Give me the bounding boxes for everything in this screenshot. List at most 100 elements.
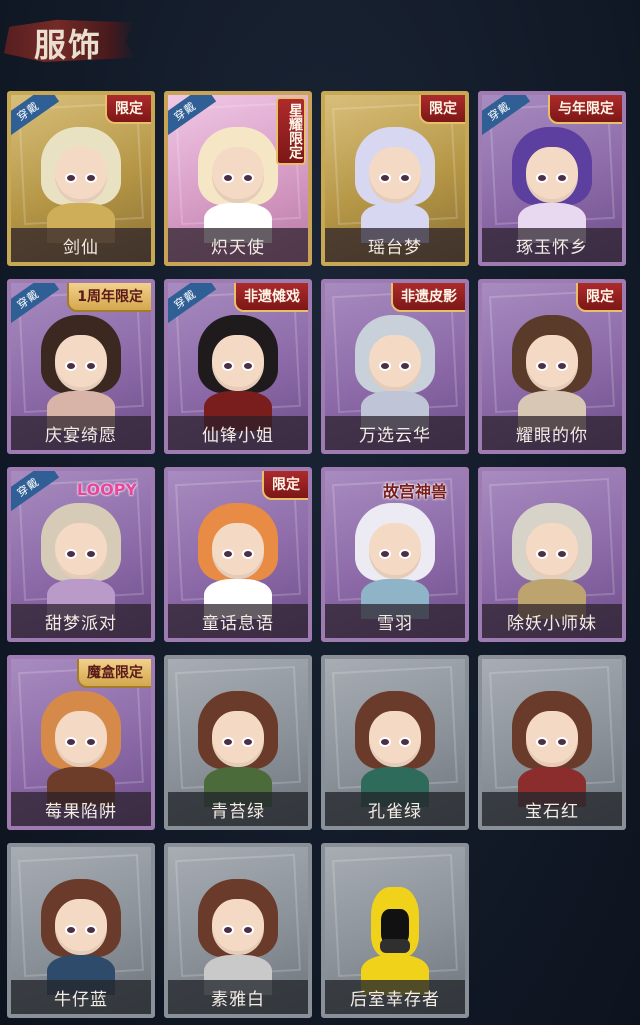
portrait-eye-right bbox=[399, 173, 411, 183]
costume-name: 瑶台梦 bbox=[368, 237, 422, 258]
portrait-eye-left bbox=[222, 361, 234, 371]
costume-card[interactable]: 穿戴 LOOPY 甜梦派对 bbox=[7, 467, 155, 642]
costume-name: 耀眼的你 bbox=[516, 425, 588, 446]
portrait-face bbox=[55, 523, 107, 579]
portrait-face bbox=[526, 711, 578, 767]
costume-name: 万选云华 bbox=[359, 425, 431, 446]
portrait-face bbox=[55, 899, 107, 955]
costume-portrait bbox=[347, 117, 443, 243]
costume-name-bar: 青苔绿 bbox=[168, 792, 308, 826]
costume-name: 甜梦派对 bbox=[45, 613, 117, 634]
costume-card[interactable]: 穿戴 1周年限定 庆宴绮愿 bbox=[7, 279, 155, 454]
portrait-face bbox=[212, 523, 264, 579]
costume-card[interactable]: 穿戴 限定 剑仙 bbox=[7, 91, 155, 266]
costume-card[interactable]: 宝石红 bbox=[478, 655, 626, 830]
costume-name-bar: 剑仙 bbox=[11, 228, 151, 262]
portrait-eye-right bbox=[85, 549, 97, 559]
costume-portrait bbox=[190, 117, 286, 243]
gas-mask bbox=[380, 939, 410, 953]
costume-card[interactable]: 青苔绿 bbox=[164, 655, 312, 830]
costume-portrait bbox=[504, 305, 600, 431]
limited-tag: 1周年限定 bbox=[67, 283, 151, 312]
portrait-eye-left bbox=[65, 925, 77, 935]
costume-name-bar: 万选云华 bbox=[325, 416, 465, 450]
portrait-face bbox=[369, 335, 421, 391]
limited-tag: 限定 bbox=[576, 283, 622, 312]
costume-portrait bbox=[190, 305, 286, 431]
costume-card[interactable]: 故宫神兽 雪羽 bbox=[321, 467, 469, 642]
costume-name-bar: 童话息语 bbox=[168, 604, 308, 638]
costume-name-bar: 孔雀绿 bbox=[325, 792, 465, 826]
costume-card[interactable]: 素雅白 bbox=[164, 843, 312, 1018]
portrait-eye-left bbox=[379, 737, 391, 747]
portrait-eye-right bbox=[85, 361, 97, 371]
costume-name-bar: 炽天使 bbox=[168, 228, 308, 262]
costume-portrait bbox=[33, 117, 129, 243]
costume-name: 牛仔蓝 bbox=[54, 989, 108, 1010]
costume-name: 莓果陷阱 bbox=[45, 801, 117, 822]
costume-card[interactable]: 魔盒限定莓果陷阱 bbox=[7, 655, 155, 830]
limited-tag: 与年限定 bbox=[548, 95, 622, 124]
portrait-eye-left bbox=[222, 173, 234, 183]
costume-portrait bbox=[504, 681, 600, 807]
costume-portrait bbox=[504, 493, 600, 619]
costume-name-bar: 庆宴绮愿 bbox=[11, 416, 151, 450]
costume-card[interactable]: 孔雀绿 bbox=[321, 655, 469, 830]
costume-name-bar: 除妖小师妹 bbox=[482, 604, 622, 638]
limited-tag: 非遗傩戏 bbox=[234, 283, 308, 312]
costume-portrait bbox=[347, 305, 443, 431]
costume-card[interactable]: 限定 童话息语 bbox=[164, 467, 312, 642]
limited-tag: 限定 bbox=[105, 95, 151, 124]
costume-name: 后室幸存者 bbox=[350, 989, 440, 1010]
costume-name-bar: 甜梦派对 bbox=[11, 604, 151, 638]
costume-portrait bbox=[33, 493, 129, 619]
portrait-face bbox=[55, 711, 107, 767]
costume-name: 青苔绿 bbox=[211, 801, 265, 822]
costume-portrait bbox=[504, 117, 600, 243]
section-title: 服饰 bbox=[34, 26, 103, 64]
costume-card[interactable]: 牛仔蓝 bbox=[7, 843, 155, 1018]
costume-card[interactable]: 后室幸存者 bbox=[321, 843, 469, 1018]
costume-name: 庆宴绮愿 bbox=[45, 425, 117, 446]
portrait-eye-right bbox=[85, 737, 97, 747]
costume-name-bar: 素雅白 bbox=[168, 980, 308, 1014]
costume-name-bar: 莓果陷阱 bbox=[11, 792, 151, 826]
costume-portrait bbox=[33, 869, 129, 995]
costume-card[interactable]: 限定耀眼的你 bbox=[478, 279, 626, 454]
portrait-eye-left bbox=[536, 737, 548, 747]
costume-portrait bbox=[33, 681, 129, 807]
costume-card[interactable]: 穿戴 与年限定 琢玉怀乡 bbox=[478, 91, 626, 266]
costume-name: 宝石红 bbox=[525, 801, 579, 822]
limited-tag: LOOPY bbox=[76, 480, 137, 499]
portrait-eye-right bbox=[242, 549, 254, 559]
portrait-face bbox=[526, 523, 578, 579]
costume-card[interactable]: 穿戴 非遗傩戏 仙锋小姐 bbox=[164, 279, 312, 454]
portrait-eye-right bbox=[85, 925, 97, 935]
costume-name-bar: 瑶台梦 bbox=[325, 228, 465, 262]
costume-name: 琢玉怀乡 bbox=[516, 237, 588, 258]
portrait-eye-left bbox=[379, 361, 391, 371]
costume-name-bar: 琢玉怀乡 bbox=[482, 228, 622, 262]
portrait-eye-right bbox=[242, 925, 254, 935]
costume-portrait bbox=[190, 493, 286, 619]
portrait-eye-right bbox=[242, 737, 254, 747]
portrait-eye-right bbox=[399, 549, 411, 559]
costume-card[interactable]: 限定瑶台梦 bbox=[321, 91, 469, 266]
costume-name: 素雅白 bbox=[211, 989, 265, 1010]
limited-tag: 魔盒限定 bbox=[77, 659, 151, 688]
portrait-face bbox=[55, 335, 107, 391]
portrait-eye-right bbox=[399, 737, 411, 747]
costume-card[interactable]: 除妖小师妹 bbox=[478, 467, 626, 642]
costume-card[interactable]: 穿戴 星耀限定 炽天使 bbox=[164, 91, 312, 266]
limited-tag: 故宫神兽 bbox=[382, 482, 447, 501]
portrait-eye-left bbox=[65, 361, 77, 371]
portrait-eye-right bbox=[556, 737, 568, 747]
portrait-face bbox=[526, 147, 578, 203]
portrait-face bbox=[212, 147, 264, 203]
portrait-eye-right bbox=[242, 361, 254, 371]
costume-portrait bbox=[190, 681, 286, 807]
costume-card[interactable]: 非遗皮影 万选云华 bbox=[321, 279, 469, 454]
limited-tag: 星耀限定 bbox=[276, 97, 306, 165]
limited-tag: 限定 bbox=[419, 95, 465, 124]
portrait-eye-left bbox=[536, 361, 548, 371]
